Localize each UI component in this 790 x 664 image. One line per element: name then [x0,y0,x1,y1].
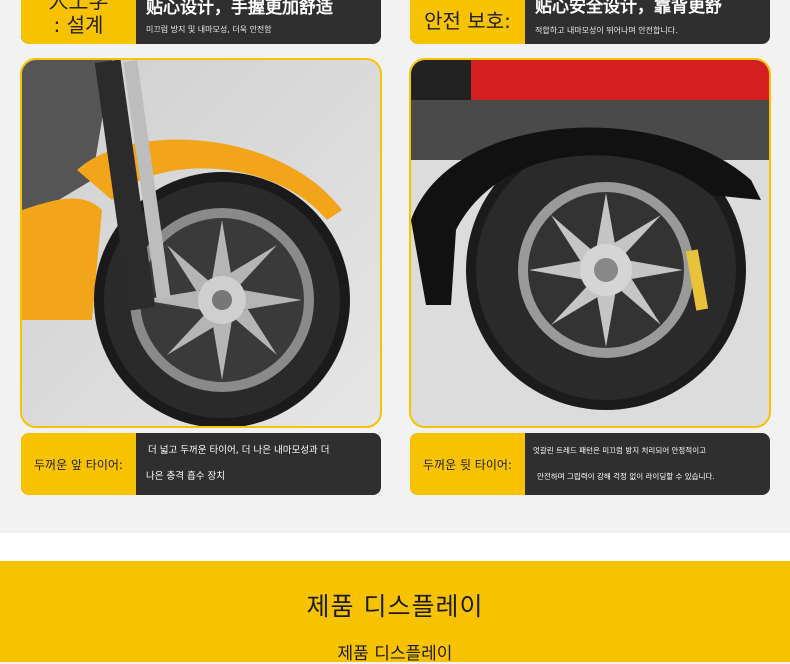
product-display-title: 제품 디스플레이 [306,592,484,621]
rear-tire-desc: 엇갈린 트레드 패턴은 미끄럼 방지 처리되어 안정적이고 안전하며 그립력이 … [525,433,770,495]
top-left-subtitle: 미끄럼 방지 및 내마모성, 더욱 안전함 [146,24,272,34]
top-left-title: 贴心设计，手握更加舒适 [146,0,333,18]
front-wheel-image [22,60,380,426]
front-wheel-photo [20,58,382,428]
rear-tire-caption: 두꺼운 뒷 타이어: 엇갈린 트레드 패턴은 미끄럼 방지 처리되어 안정적이고… [410,433,770,495]
top-left-caption: 人工学 : 설계 贴心设计，手握更加舒适 미끄럼 방지 및 내마모성, 더욱 안… [21,0,381,44]
rear-tire-tag-text: 두꺼운 뒷 타이어: [423,457,512,472]
top-left-tag-line2: : 설계 [53,13,104,37]
front-tire-desc-line2: 나은 충격 흡수 장치 [146,471,225,482]
rear-wheel-image [411,60,769,426]
top-left-tag-line1: 人工学 [48,0,109,13]
front-tire-tag: 두꺼운 앞 타이어: [21,433,136,495]
top-right-title: 贴心安全设计，靠背更舒 [535,0,722,17]
rear-tire-desc-line2: 안전하며 그립력이 강해 걱정 없이 라이딩할 수 있습니다. [537,472,715,481]
product-display-banner: 제품 디스플레이 제품 디스플레이 [0,561,790,664]
top-left-desc: 贴心设计，手握更加舒适 미끄럼 방지 및 내마모성, 더욱 안전함 [136,0,381,44]
top-left-tag: 人工学 : 설계 [21,0,136,44]
product-display-subtitle: 제품 디스플레이 [337,644,453,664]
top-right-desc: 贴心安全设计，靠背更舒 적합하고 내마모성이 뛰어나며 안전합니다. [525,0,770,44]
section-divider [0,533,790,561]
front-tire-desc-line1: 더 넓고 두꺼운 타이어, 더 나은 내마모성과 더 [148,445,330,456]
front-tire-caption: 두꺼운 앞 타이어: 더 넓고 두꺼운 타이어, 더 나은 내마모성과 더 나은… [21,433,381,495]
top-right-caption: 안전 보호: 贴心安全设计，靠背更舒 적합하고 내마모성이 뛰어나며 안전합니다… [410,0,770,44]
rear-wheel-photo [409,58,771,428]
feature-card: 人工学 : 설계 贴心设计，手握更加舒适 미끄럼 방지 및 내마모성, 더욱 안… [0,0,790,533]
top-right-tag: 안전 보호: [410,0,525,44]
front-tire-desc: 더 넓고 두꺼운 타이어, 더 나은 내마모성과 더 나은 충격 흡수 장치 [136,433,381,495]
rear-tire-desc-line1: 엇갈린 트레드 패턴은 미끄럼 방지 처리되어 안정적이고 [533,446,707,455]
top-right-tag-text: 안전 보호: [424,9,511,33]
rear-tire-tag: 두꺼운 뒷 타이어: [410,433,525,495]
front-tire-tag-text: 두꺼운 앞 타이어: [34,457,123,472]
top-right-subtitle: 적합하고 내마모성이 뛰어나며 안전합니다. [535,25,678,35]
